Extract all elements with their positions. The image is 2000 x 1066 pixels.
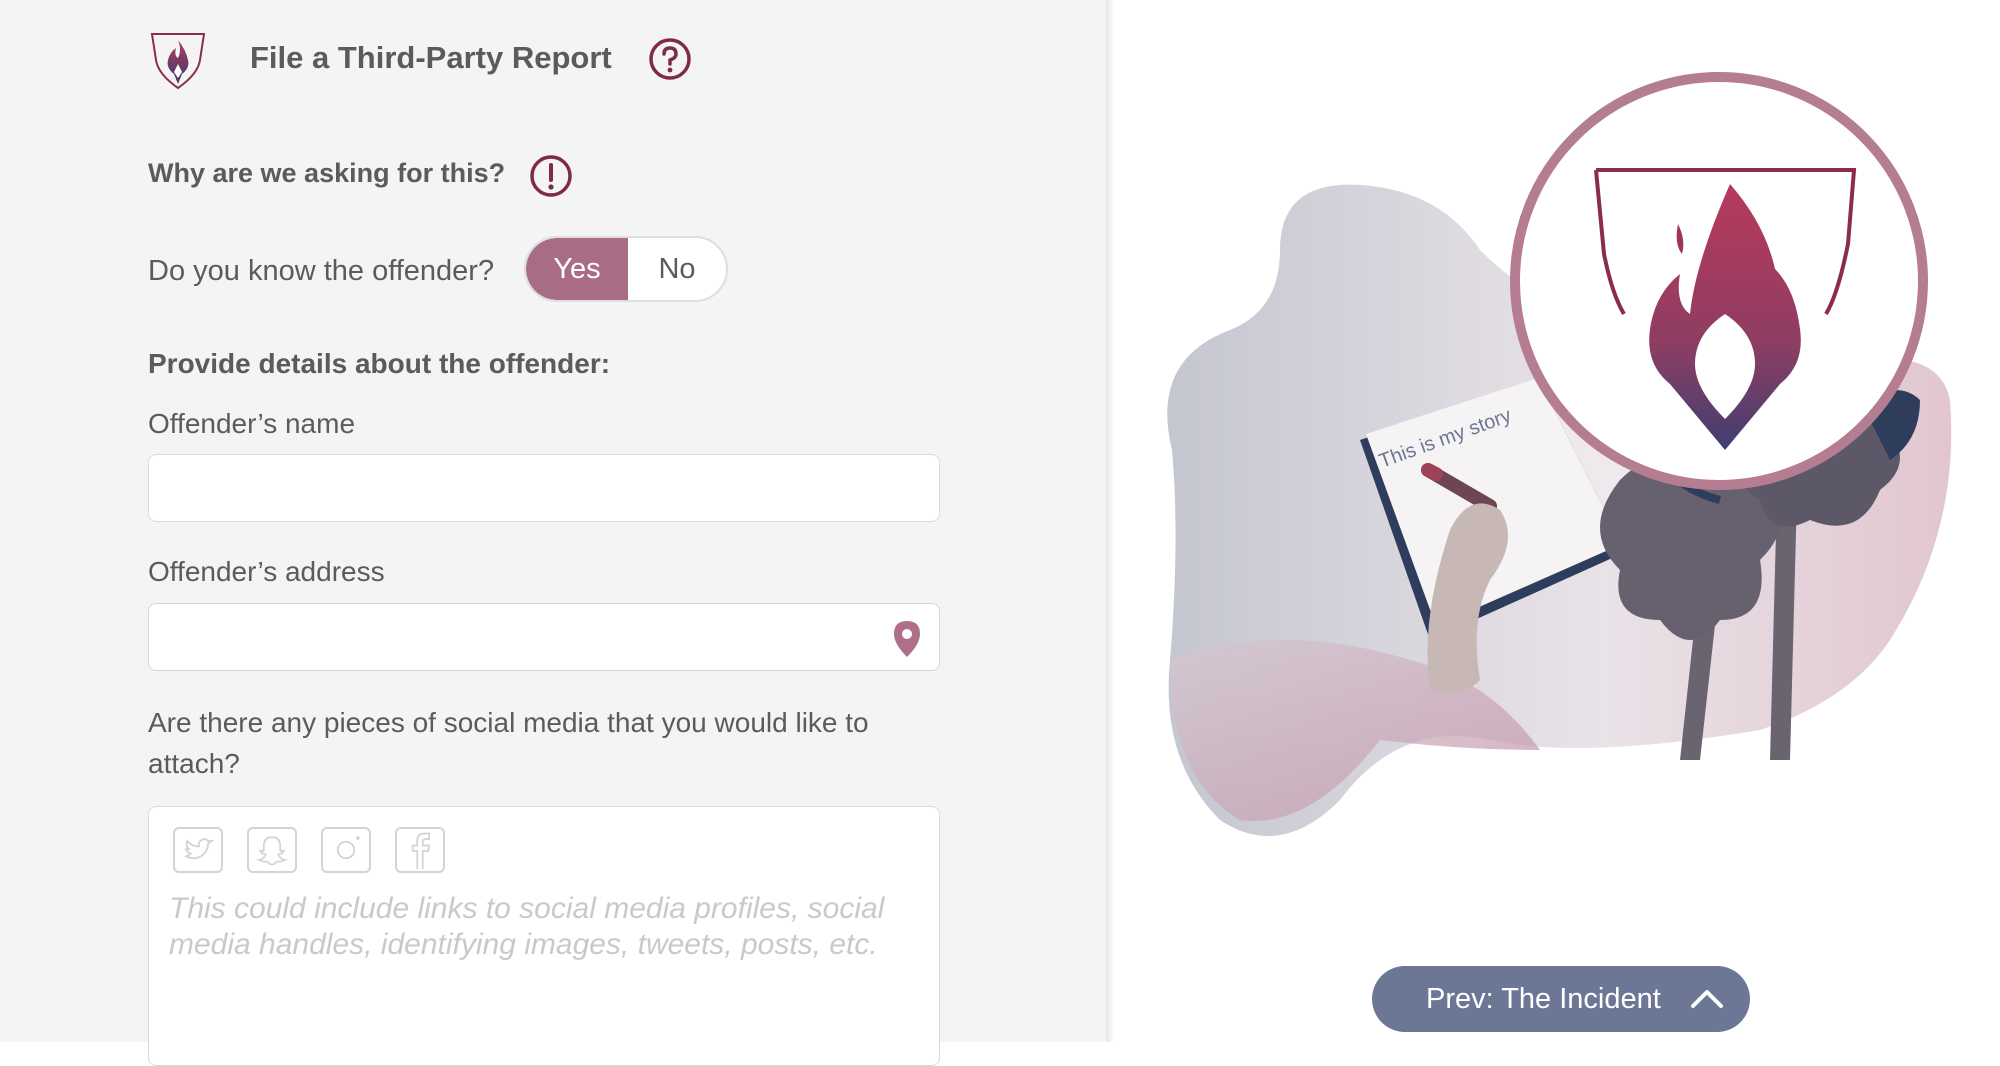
offender-name-label: Offender’s name <box>148 408 356 439</box>
facebook-icon[interactable] <box>395 827 445 873</box>
offender-name-input[interactable] <box>148 454 940 522</box>
twitter-icon[interactable] <box>173 827 223 873</box>
social-media-placeholder: This could include links to social media… <box>169 892 885 961</box>
social-media-textarea[interactable]: This could include links to social media… <box>148 806 940 1066</box>
flame-shield-logo-large <box>1594 168 1857 450</box>
help-icon[interactable] <box>648 37 692 81</box>
exclamation-icon[interactable] <box>529 154 573 198</box>
form-panel: File a Third-Party Report Why are we ask… <box>0 0 1106 1066</box>
page-title: File a Third-Party Report <box>250 40 612 75</box>
toggle-yes-option[interactable]: Yes <box>526 238 628 300</box>
details-heading: Provide details about the offender: <box>148 348 611 379</box>
flame-shield-logo <box>150 33 206 90</box>
chevron-up-icon <box>1691 990 1723 1008</box>
why-asking-link[interactable]: Why are we asking for this? <box>148 158 505 189</box>
toggle-no-option[interactable]: No <box>628 238 726 300</box>
social-media-question: Are there any pieces of social media tha… <box>148 707 869 779</box>
know-offender-label: Do you know the offender? <box>148 255 495 287</box>
location-pin-icon[interactable] <box>892 620 922 658</box>
prev-step-label: Prev: The Incident <box>1426 982 1661 1015</box>
instagram-icon[interactable] <box>321 827 371 873</box>
snapchat-icon[interactable] <box>247 827 297 873</box>
prev-step-button[interactable]: Prev: The Incident <box>1372 966 1750 1032</box>
panel-divider <box>1106 0 1114 1042</box>
know-offender-toggle: Yes No <box>524 236 728 302</box>
offender-address-label: Offender’s address <box>148 556 385 587</box>
offender-address-input[interactable] <box>148 603 940 671</box>
